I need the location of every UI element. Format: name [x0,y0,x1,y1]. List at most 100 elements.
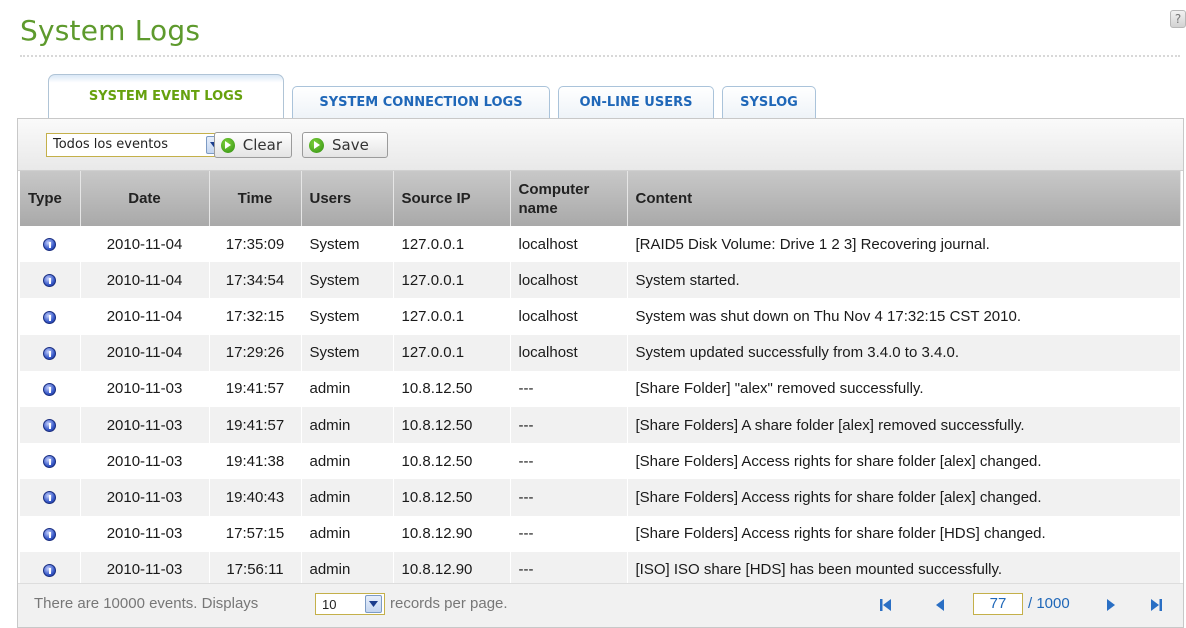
user-cell: System [301,334,394,371]
help-icon[interactable]: ? [1170,10,1186,28]
info-icon [43,527,57,541]
table-row[interactable]: 2010-11-03 19:41:57 admin 10.8.12.50 --- [Sha… [20,406,1181,444]
clear-button[interactable]: Clear [214,132,292,158]
arrow-right-icon [309,137,324,153]
source-ip-cell: 10.8.12.50 [393,443,511,480]
source-ip-cell: 127.0.0.1 [393,262,511,299]
source-ip-cell: 127.0.0.1 [393,334,511,371]
date-cell: 2010-11-04 [80,298,210,335]
column-header-computer-name[interactable]: Computer name [510,171,628,226]
date-cell: 2010-11-03 [80,515,210,552]
date-cell: 2010-11-03 [80,443,210,480]
time-cell: 17:29:26 [209,334,302,371]
computer-name-cell: --- [510,370,628,407]
previous-page-icon[interactable] [922,592,958,618]
records-per-page-label: records per page. [390,595,508,612]
date-cell: 2010-11-04 [80,262,210,299]
column-header-date[interactable]: Date [80,171,210,226]
table-row[interactable]: 2010-11-03 19:40:43 admin 10.8.12.50 --- [Sha… [20,479,1181,516]
time-cell: 17:34:54 [209,262,302,299]
table-row[interactable]: 2010-11-04 17:35:09 System 127.0.0.1 localho… [20,226,1181,263]
table-row[interactable]: 2010-11-03 17:57:15 admin 10.8.12.90 --- [Sha… [20,515,1181,552]
user-cell: admin [301,443,394,480]
event-filter-value: Todos los eventos [53,137,169,152]
clear-button-label: Clear [242,136,282,154]
info-icon [43,310,57,324]
time-cell: 17:32:15 [209,298,302,335]
user-cell: System [301,226,394,263]
column-header-type[interactable]: Type [20,171,81,226]
type-cell [20,226,81,263]
computer-name-cell: localhost [510,298,628,335]
date-cell: 2010-11-04 [80,226,210,263]
time-cell: 17:57:15 [209,515,302,552]
type-cell [20,479,81,516]
info-icon [43,382,57,396]
computer-name-cell: localhost [510,334,628,371]
source-ip-cell: 10.8.12.50 [393,370,511,407]
column-header-users[interactable]: Users [301,171,394,226]
pagination-footer: There are 10000 events. Displays 10 reco… [18,583,1183,627]
type-cell [20,262,81,299]
first-page-icon[interactable] [868,592,904,618]
table-row[interactable]: 2010-11-03 19:41:38 admin 10.8.12.50 --- [Sha… [20,443,1181,480]
records-per-page-select[interactable]: 10 [315,593,385,615]
source-ip-cell: 10.8.12.50 [393,479,511,516]
tab-online-users[interactable]: ON-LINE USERS [558,86,714,118]
info-icon [43,238,57,252]
type-cell [20,370,81,407]
table-row[interactable]: 2010-11-04 17:29:26 System 127.0.0.1 localho… [20,334,1181,371]
content-cell: System updated successfully from 3.4.0 t… [627,334,1181,371]
time-cell: 19:41:38 [209,443,302,480]
tab-syslog[interactable]: SYSLOG [722,86,816,118]
toolbar: Todos los eventos Clear Save [18,119,1183,171]
time-cell: 19:40:43 [209,479,302,516]
save-button[interactable]: Save [302,132,388,158]
event-count-text: There are 10000 events. Displays [34,595,259,612]
computer-name-cell: --- [510,443,628,480]
column-header-content[interactable]: Content [627,171,1181,226]
info-icon [43,563,57,577]
content-cell: [RAID5 Disk Volume: Drive 1 2 3] Recover… [627,226,1181,263]
table-row[interactable]: 2010-11-04 17:34:54 System 127.0.0.1 localho… [20,262,1181,299]
table-row[interactable]: 2010-11-03 19:41:57 admin 10.8.12.50 --- [Sha… [20,370,1181,407]
tab-system-connection-logs[interactable]: SYSTEM CONNECTION LOGS [292,86,550,118]
user-cell: System [301,298,394,335]
next-page-icon[interactable] [1093,592,1129,618]
current-page-input[interactable]: 77 [973,593,1023,615]
content-cell: [Share Folders] Access rights for share … [627,479,1181,516]
column-header-source-ip[interactable]: Source IP [393,171,511,226]
content-cell: [Share Folders] Access rights for share … [627,515,1181,552]
content-cell: System was shut down on Thu Nov 4 17:32:… [627,298,1181,335]
time-cell: 19:41:57 [209,406,302,444]
time-cell: 19:41:57 [209,370,302,407]
computer-name-cell: --- [510,479,628,516]
info-icon [43,419,57,433]
user-cell: System [301,262,394,299]
type-cell [20,443,81,480]
date-cell: 2010-11-03 [80,479,210,516]
last-page-icon[interactable] [1138,592,1174,618]
type-cell [20,334,81,371]
user-cell: admin [301,406,394,444]
event-logs-panel: Todos los eventos Clear Save Type Date T… [17,118,1184,628]
content-cell: [Share Folders] A share folder [alex] re… [627,406,1181,444]
content-cell: [Share Folder] "alex" removed successful… [627,370,1181,407]
records-per-page-value: 10 [322,596,337,612]
type-cell [20,515,81,552]
tab-system-event-logs[interactable]: SYSTEM EVENT LOGS [48,74,284,118]
tab-bar: SYSTEM EVENT LOGS SYSTEM CONNECTION LOGS… [48,74,824,118]
event-log-table: Type Date Time Users Source IP Computer … [20,171,1181,588]
source-ip-cell: 127.0.0.1 [393,298,511,335]
info-icon [43,491,57,505]
date-cell: 2010-11-04 [80,334,210,371]
type-cell [20,298,81,335]
source-ip-cell: 10.8.12.90 [393,515,511,552]
date-cell: 2010-11-03 [80,406,210,444]
event-filter-select[interactable]: Todos los eventos [46,133,226,157]
chevron-down-icon[interactable] [365,595,382,613]
info-icon [43,346,57,360]
column-header-time[interactable]: Time [209,171,302,226]
arrow-right-icon [221,137,235,153]
table-row[interactable]: 2010-11-04 17:32:15 System 127.0.0.1 localho… [20,298,1181,335]
